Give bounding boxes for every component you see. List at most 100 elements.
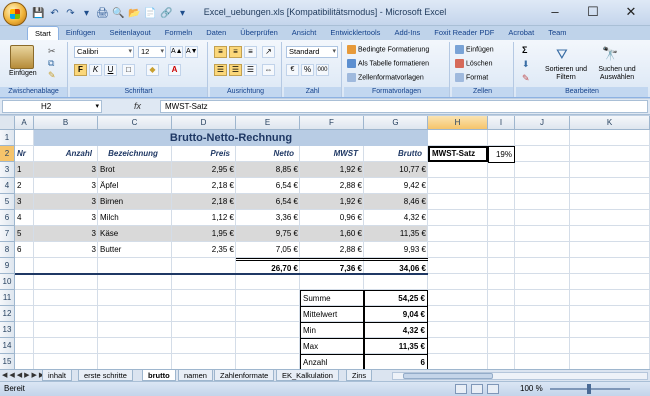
mwst-rate-value[interactable]: 19% [488, 146, 515, 163]
item-brutto[interactable]: 8,46 € [364, 194, 428, 209]
header-netto[interactable]: Netto [236, 146, 300, 161]
item-netto[interactable]: 7,05 € [236, 242, 300, 257]
border-icon[interactable]: □ [122, 64, 135, 76]
row-header-12[interactable]: 12 [0, 306, 15, 322]
sheet-tab-zahlenformate[interactable]: Zahlenformate [214, 370, 275, 381]
font-color-icon[interactable]: A [168, 64, 181, 76]
item-preis[interactable]: 2,35 € [172, 242, 236, 257]
row-header-3[interactable]: 3 [0, 162, 15, 178]
header-nr[interactable]: Nr [15, 146, 34, 161]
cell-styles-button[interactable]: Zellenformatvorlagen [347, 73, 424, 82]
paste-button[interactable]: Einfügen [9, 70, 37, 77]
align-left-icon[interactable]: ☰ [214, 64, 227, 76]
column-header-d[interactable]: D [172, 116, 236, 130]
column-header-h[interactable]: H [428, 116, 488, 130]
delete-cells-button[interactable]: Löschen [455, 59, 492, 68]
tab-ansicht[interactable]: Ansicht [285, 26, 324, 40]
column-header-e[interactable]: E [236, 116, 300, 130]
stat-value[interactable]: 54,25 € [364, 290, 428, 307]
item-mwst[interactable]: 2,88 € [300, 242, 364, 257]
row-header-1[interactable]: 1 [0, 130, 15, 146]
item-bezeichnung[interactable]: Äpfel [98, 178, 172, 193]
column-header-f[interactable]: F [300, 116, 364, 130]
italic-button[interactable]: K [89, 64, 102, 76]
row-header-13[interactable]: 13 [0, 322, 15, 338]
header-anzahl[interactable]: Anzahl [34, 146, 98, 161]
fill-color-icon[interactable]: ◆ [146, 64, 159, 76]
column-header-g[interactable]: G [364, 116, 428, 130]
column-header-i[interactable]: I [488, 116, 515, 130]
conditional-formatting-button[interactable]: Bedingte Formatierung [347, 45, 429, 54]
select-all-corner[interactable] [0, 116, 15, 130]
worksheet-grid[interactable]: ABCDEFGHIJK12345678910111213141516Brutto… [0, 116, 650, 387]
item-mwst[interactable]: 1,92 € [300, 162, 364, 177]
name-box[interactable]: H2 [2, 100, 102, 113]
autosum-button[interactable]: Σ [522, 45, 527, 55]
tab-add-ins[interactable]: Add-Ins [387, 26, 427, 40]
item-bezeichnung[interactable]: Birnen [98, 194, 172, 209]
item-brutto[interactable]: 9,93 € [364, 242, 428, 257]
row-header-10[interactable]: 10 [0, 274, 15, 290]
item-nr[interactable]: 5 [15, 226, 34, 241]
paste-icon[interactable] [10, 45, 34, 69]
item-netto[interactable]: 6,54 € [236, 194, 300, 209]
header-mwst[interactable]: MWST [300, 146, 364, 161]
sheet-tab-ek-kalkulation[interactable]: EK_Kalkulation [276, 370, 339, 381]
find-select-button[interactable]: Suchen und Auswählen [592, 66, 642, 82]
align-middle-icon[interactable]: ≡ [229, 46, 242, 58]
formula-input[interactable]: MWST-Satz [160, 100, 648, 113]
scroll-thumb[interactable] [403, 373, 493, 379]
stat-label[interactable]: Summe [300, 290, 364, 307]
row-header-5[interactable]: 5 [0, 194, 15, 210]
row-header-9[interactable]: 9 [0, 258, 15, 274]
item-mwst[interactable]: 1,60 € [300, 226, 364, 241]
grow-font-icon[interactable]: A▲ [170, 46, 183, 58]
insert-function-icon[interactable]: fx [134, 100, 160, 113]
stat-value[interactable]: 9,04 € [364, 306, 428, 323]
item-bezeichnung[interactable]: Butter [98, 242, 172, 257]
sheet-banner[interactable]: Brutto-Netto-Rechnung [34, 130, 428, 146]
row-header-8[interactable]: 8 [0, 242, 15, 258]
sort-filter-button[interactable]: Sortieren und Filtern [538, 66, 594, 82]
mwst-rate-label[interactable]: MWST-Satz [428, 146, 488, 162]
item-nr[interactable]: 1 [15, 162, 34, 177]
item-preis[interactable]: 2,18 € [172, 178, 236, 193]
row-header-4[interactable]: 4 [0, 178, 15, 194]
item-bezeichnung[interactable]: Milch [98, 210, 172, 225]
item-preis[interactable]: 2,18 € [172, 194, 236, 209]
stat-value[interactable]: 11,35 € [364, 338, 428, 355]
horizontal-scrollbar[interactable] [392, 372, 648, 380]
insert-cells-button[interactable]: Einfügen [455, 45, 494, 54]
column-header-k[interactable]: K [570, 116, 650, 130]
maximize-button[interactable]: ☐ [574, 0, 612, 24]
item-preis[interactable]: 2,95 € [172, 162, 236, 177]
column-header-b[interactable]: B [34, 116, 98, 130]
zoom-level[interactable]: 100 % [520, 382, 543, 396]
item-mwst[interactable]: 2,88 € [300, 178, 364, 193]
item-netto[interactable]: 6,54 € [236, 178, 300, 193]
item-nr[interactable]: 6 [15, 242, 34, 257]
merge-icon[interactable]: ⇔ [262, 64, 275, 76]
item-anzahl[interactable]: 3 [34, 194, 98, 209]
stat-label[interactable]: Max [300, 338, 364, 355]
format-cells-button[interactable]: Format [455, 73, 488, 82]
number-format-select[interactable]: Standard [286, 46, 338, 58]
align-right-icon[interactable]: ☰ [244, 64, 257, 76]
align-center-icon[interactable]: ☰ [229, 64, 242, 76]
row-header-15[interactable]: 15 [0, 354, 15, 370]
item-mwst[interactable]: 1,92 € [300, 194, 364, 209]
item-anzahl[interactable]: 3 [34, 210, 98, 225]
tab-ueberpruefen[interactable]: Überprüfen [233, 26, 285, 40]
sheet-tab-erste-schritte[interactable]: erste schritte [78, 370, 133, 381]
percent-button[interactable]: % [301, 64, 314, 76]
item-mwst[interactable]: 0,96 € [300, 210, 364, 225]
item-netto[interactable]: 8,85 € [236, 162, 300, 177]
item-anzahl[interactable]: 3 [34, 178, 98, 193]
tab-acrobat[interactable]: Acrobat [501, 26, 541, 40]
stat-value[interactable]: 4,32 € [364, 322, 428, 339]
row-header-7[interactable]: 7 [0, 226, 15, 242]
tab-daten[interactable]: Daten [199, 26, 233, 40]
item-brutto[interactable]: 10,77 € [364, 162, 428, 177]
page-break-icon[interactable] [487, 384, 499, 394]
item-bezeichnung[interactable]: Käse [98, 226, 172, 241]
